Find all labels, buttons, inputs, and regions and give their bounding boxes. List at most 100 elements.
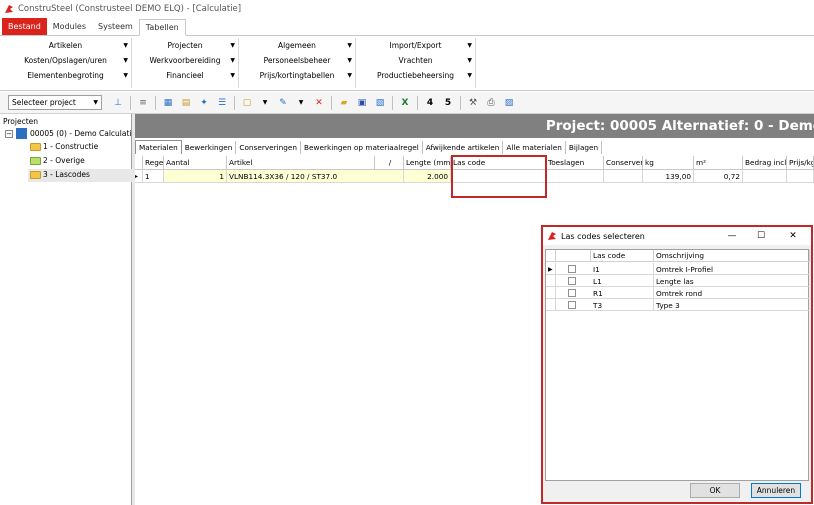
tree-item-constructie[interactable]: 1 - Constructie <box>43 142 98 151</box>
tab-bewerkingen[interactable]: Bewerkingen <box>182 141 237 154</box>
cell-artikel[interactable]: VLNB114.3X36 / 120 / ST37.0 <box>227 170 404 183</box>
table-row[interactable]: L1 Lengte las <box>546 275 810 287</box>
tools-icon[interactable]: ⚒ <box>467 97 479 109</box>
col-header-toeslagen[interactable]: Toeslagen <box>546 156 604 170</box>
tab-modules[interactable]: Modules <box>47 18 92 35</box>
cell-desc: Type 3 <box>656 300 680 310</box>
open-folder-icon <box>30 171 41 179</box>
settings-icon[interactable]: ✦ <box>198 97 210 109</box>
cell-lengte[interactable]: 2.000 <box>404 170 451 183</box>
cell-prijs-kg[interactable] <box>787 170 814 183</box>
project-header: Project: 00005 Alternatief: 0 - Demo Cal… <box>135 114 814 138</box>
number-4-icon[interactable]: 4 <box>424 97 436 109</box>
ribbon-artikelen[interactable]: Artikelen ▼ <box>0 38 131 53</box>
table-row[interactable]: R1 Omtrek rond <box>546 287 810 299</box>
tab-afwijkende-artikelen[interactable]: Afwijkende artikelen <box>423 141 504 154</box>
col-header-artikel[interactable]: Artikel <box>227 156 375 170</box>
tab-bijlagen[interactable]: Bijlagen <box>566 141 603 154</box>
dropdown-arrow-icon: ▼ <box>467 72 472 79</box>
row-indicator-icon: ▶ <box>546 263 556 275</box>
ribbon-productiebeheersing[interactable]: Productiebeheersing ▼ <box>356 68 475 83</box>
delete-icon[interactable]: ✕ <box>313 97 325 109</box>
ribbon-group-artikelen: Artikelen ▼ Kosten/Opslagen/uren ▼ Element… <box>0 38 132 88</box>
list-icon[interactable]: ≡ <box>137 97 149 109</box>
ribbon-financieel[interactable]: Financieel ▼ <box>132 68 238 83</box>
chevron-down-icon[interactable]: ▼ <box>295 97 307 109</box>
tab-tabellen[interactable]: Tabellen <box>138 19 186 36</box>
edit-icon[interactable]: ✎ <box>277 97 289 109</box>
col-header-slash[interactable]: / <box>375 156 404 170</box>
table-row[interactable]: ▶ I1 Omtrek I-Profiel <box>546 263 810 275</box>
ribbon-personeelsbeheer[interactable]: Personeelsbeheer ▼ <box>239 53 355 68</box>
open-folder-icon[interactable]: ▰ <box>338 97 350 109</box>
dropdown-arrow-icon: ▼ <box>230 42 235 49</box>
ribbon-projecten[interactable]: Projecten ▼ <box>132 38 238 53</box>
col-header-las-code[interactable]: Las code <box>591 250 654 262</box>
col-header-prijs-kg[interactable]: Prijs/kg <box>787 156 814 170</box>
cell-kg[interactable]: 139,00 <box>643 170 694 183</box>
col-header-lengte[interactable]: Lengte (mm) <box>404 156 451 170</box>
calculator-icon[interactable]: ▦ <box>162 97 174 109</box>
dialog-title-bar: Las codes selecteren — ☐ ✕ <box>543 227 811 245</box>
new-document-icon[interactable]: ▢ <box>241 97 253 109</box>
ribbon-kosten[interactable]: Kosten/Opslagen/uren ▼ <box>0 53 131 68</box>
col-header-bedrag[interactable]: Bedrag incl <box>743 156 787 170</box>
folder-icon <box>30 143 41 151</box>
ribbon-group-projecten: Projecten ▼ Werkvoorbereiding ▼ Financieel… <box>132 38 239 88</box>
table-row[interactable]: T3 Type 3 <box>546 299 810 311</box>
col-header-omschrijving[interactable]: Omschrijving <box>654 250 810 262</box>
tree-item-lascodes[interactable]: 3 - Lascodes <box>43 170 90 179</box>
maximize-icon[interactable]: ☐ <box>754 229 768 243</box>
row-checkbox[interactable] <box>568 265 576 273</box>
tab-conserveringen[interactable]: Conserveringen <box>236 141 302 154</box>
ribbon-group-import: Import/Export ▼ Vrachten ▼ Productiebeheer… <box>356 38 476 88</box>
cell-regel[interactable]: 1 <box>143 170 164 183</box>
col-header-conserver[interactable]: Conserver <box>604 156 643 170</box>
row-checkbox[interactable] <box>568 277 576 285</box>
cell-m2[interactable]: 0,72 <box>694 170 743 183</box>
project-select[interactable]: Selecteer project ▼ <box>8 95 102 110</box>
tab-materialen[interactable]: Materialen <box>135 140 182 154</box>
row-checkbox[interactable] <box>568 289 576 297</box>
export-icon[interactable]: ▧ <box>374 97 386 109</box>
tab-bewerkingen-materiaalregel[interactable]: Bewerkingen op materiaalregel <box>301 141 423 154</box>
cell-bedrag[interactable] <box>743 170 787 183</box>
col-header-m2[interactable]: m² <box>694 156 743 170</box>
cell-aantal[interactable]: 1 <box>164 170 227 183</box>
row-checkbox[interactable] <box>568 301 576 309</box>
ribbon: Artikelen ▼ Kosten/Opslagen/uren ▼ Element… <box>0 36 814 91</box>
ribbon-item-label: Elementenbegroting <box>27 71 104 80</box>
chevron-down-icon[interactable]: ▼ <box>259 97 271 109</box>
ribbon-import-export[interactable]: Import/Export ▼ <box>356 38 475 53</box>
cancel-button[interactable]: Annuleren <box>751 483 801 498</box>
excel-icon[interactable]: X <box>399 97 411 109</box>
tree-item-overige[interactable]: 2 - Overige <box>43 156 85 165</box>
col-header-regel[interactable]: Rege <box>143 156 164 170</box>
ok-button[interactable]: OK <box>690 483 740 498</box>
cell-toeslagen[interactable] <box>546 170 604 183</box>
ribbon-algemeen[interactable]: Algemeen ▼ <box>239 38 355 53</box>
close-icon[interactable]: ✕ <box>786 229 800 243</box>
structure-icon[interactable]: ⊥ <box>112 97 124 109</box>
tab-alle-materialen[interactable]: Alle materialen <box>503 141 566 154</box>
ribbon-prijskorting[interactable]: Prijs/kortingtabellen ▼ <box>239 68 355 83</box>
number-5-icon[interactable]: 5 <box>442 97 454 109</box>
print-icon[interactable]: ▤ <box>180 97 192 109</box>
chevron-down-icon: ▼ <box>93 99 98 106</box>
ribbon-item-label: Kosten/Opslagen/uren <box>24 56 107 65</box>
stack-icon[interactable]: ☰ <box>216 97 228 109</box>
tree-item-root[interactable]: 00005 (0) - Demo Calculatie n <box>30 129 143 138</box>
tab-systeem[interactable]: Systeem <box>92 18 139 35</box>
ribbon-elementenbegroting[interactable]: Elementenbegroting ▼ <box>0 68 131 83</box>
tab-bestand[interactable]: Bestand <box>2 18 47 35</box>
printer-icon[interactable]: ⎙ <box>485 97 497 109</box>
ribbon-werkvoorbereiding[interactable]: Werkvoorbereiding ▼ <box>132 53 238 68</box>
ribbon-vrachten[interactable]: Vrachten ▼ <box>356 53 475 68</box>
col-header-aantal[interactable]: Aantal <box>164 156 227 170</box>
col-header-kg[interactable]: kg <box>643 156 694 170</box>
minimize-icon[interactable]: — <box>725 229 739 243</box>
report-icon[interactable]: ▨ <box>503 97 515 109</box>
save-icon[interactable]: ▣ <box>356 97 368 109</box>
collapse-icon[interactable]: − <box>5 130 13 138</box>
cell-conserver[interactable] <box>604 170 643 183</box>
